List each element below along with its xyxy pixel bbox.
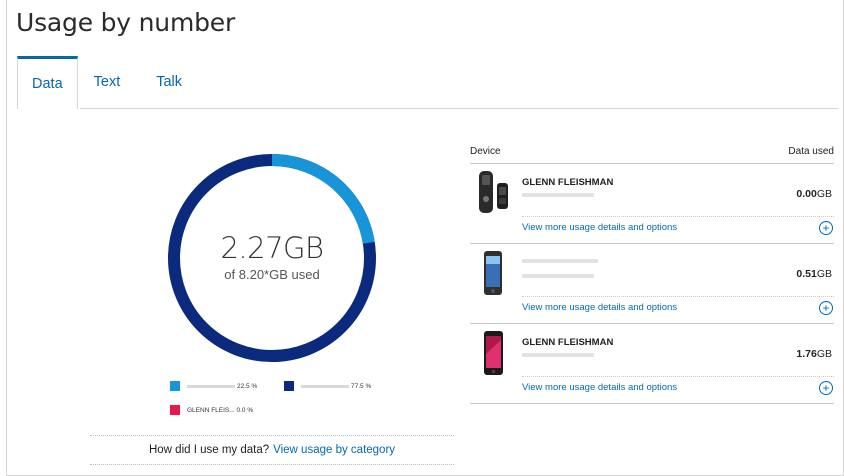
legend-swatch [284,381,294,391]
view-usage-details-link[interactable]: View more usage details and options [522,222,677,233]
device-name: GLENN FLEISHMAN [522,177,614,188]
view-usage-details-link[interactable]: View more usage details and options [522,382,677,393]
redacted-phone-number [522,193,594,197]
data-used-amount: 0.51GB [796,268,832,280]
device-name: GLENN FLEISHMAN [522,337,614,348]
usage-question: How did I use my data? [148,444,270,456]
redacted-phone-number [522,353,594,357]
data-used-amount: 0.00GB [796,188,832,200]
page-title: Usage by number [16,8,236,37]
iphone-image [476,329,510,377]
plan-amount: of 8.20*GB used [224,266,320,282]
legend-item: 22.5 % [170,381,257,391]
legend-item: 77.5 % [284,381,371,391]
view-usage-by-category-link[interactable]: View usage by category [273,444,395,456]
expand-plus-icon[interactable]: + [819,380,833,395]
used-amount: 2.27GB [220,230,324,265]
legend-swatch [170,405,180,415]
expand-plus-icon[interactable]: + [819,220,833,235]
view-usage-details-link[interactable]: View more usage details and options [522,302,677,313]
data-usage-donut: 2.27GB of 8.20*GB used [162,148,382,368]
redacted-number [187,384,235,388]
donut-center: 2.27GB of 8.20*GB used [162,148,382,368]
usage-details-row[interactable]: View more usage details and options + [522,376,834,398]
device-row: GLENN FLEISHMAN 1.76GB View more usage d… [470,324,834,404]
tab-data[interactable]: Data [17,56,78,109]
device-usage-table: Device Data used GLENN FLEISHMAN 0.00GB … [470,140,834,404]
flip-phone-image [476,169,510,217]
expand-plus-icon[interactable]: + [819,300,833,315]
redacted-device-name [522,259,598,263]
legend-item: GLENN FLEIS... 0.0 % [170,405,253,415]
legend-swatch [170,381,180,391]
iphone-image [476,249,510,297]
legend-label: GLENN FLEIS... 0.0 % [187,406,254,414]
legend-label: 22.5 % [237,382,258,390]
column-header-data-used: Data used [788,146,834,157]
tabs-divider [80,108,838,109]
legend-label: 77.5 % [351,382,372,390]
column-header-device: Device [470,146,501,157]
usage-category-prompt: How did I use my data? View usage by cat… [90,435,454,465]
usage-details-row[interactable]: View more usage details and options + [522,216,834,238]
device-row: 0.51GB View more usage details and optio… [470,244,834,324]
redacted-number [301,384,349,388]
table-header: Device Data used [470,140,834,164]
tab-talk[interactable]: Talk [138,56,200,108]
data-used-amount: 1.76GB [796,348,832,360]
redacted-phone-number [522,274,594,278]
device-row: GLENN FLEISHMAN 0.00GB View more usage d… [470,164,834,244]
usage-details-row[interactable]: View more usage details and options + [522,296,834,318]
usage-tabs: Data Text Talk [17,56,200,109]
tab-text[interactable]: Text [78,56,139,108]
